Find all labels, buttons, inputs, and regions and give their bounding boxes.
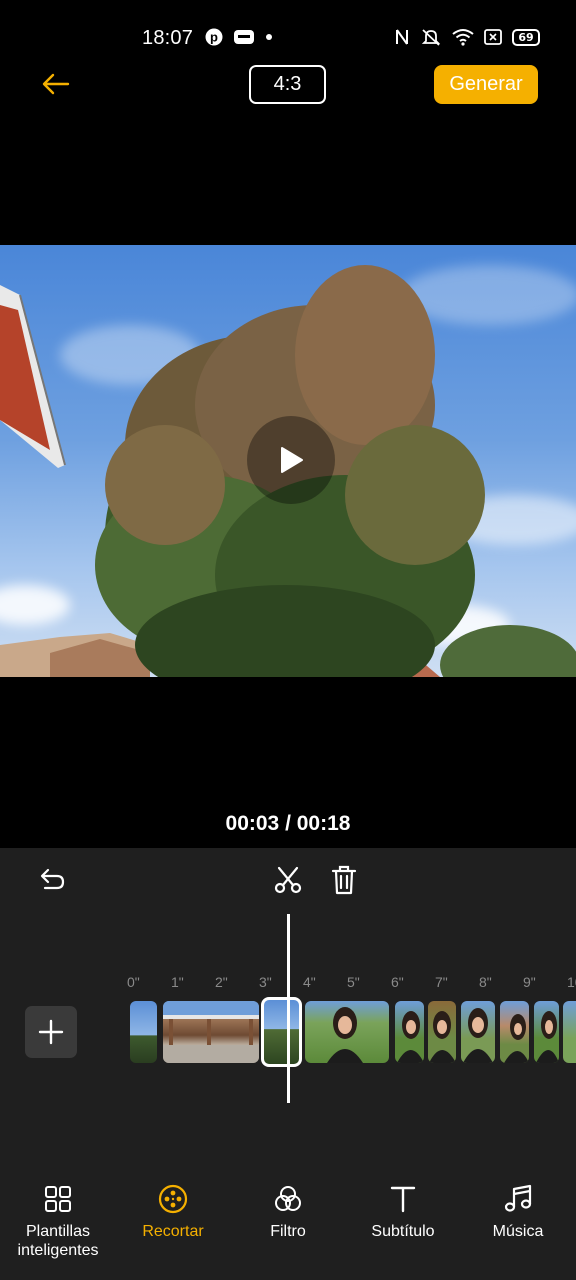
sim-icon	[484, 29, 502, 45]
clip-portrait-2[interactable]	[395, 1001, 424, 1063]
nav-label-subtitle: Subtítulo	[371, 1223, 435, 1240]
add-clip-button[interactable]	[25, 1006, 77, 1058]
timeline-tick: 2"	[215, 974, 228, 990]
nav-smart-templates[interactable]: Plantillas inteligentes	[3, 1182, 113, 1260]
timeline-tick: 9"	[523, 974, 536, 990]
music-note-icon	[503, 1182, 533, 1216]
clip-tree-1[interactable]	[130, 1001, 157, 1063]
timeline-tick: 6"	[391, 974, 404, 990]
timeline-tick: 1"	[171, 974, 184, 990]
film-reel-icon	[158, 1182, 188, 1216]
clip-portrait-7[interactable]	[563, 1001, 576, 1063]
split-button[interactable]	[271, 863, 305, 897]
bush-right	[440, 625, 576, 677]
status-left-icons: p	[205, 28, 273, 46]
status-right-icons: 69	[394, 28, 540, 46]
text-icon	[390, 1182, 416, 1216]
nav-subtitle[interactable]: Subtítulo	[348, 1182, 458, 1241]
nfc-icon	[394, 28, 410, 46]
nav-music[interactable]: Música	[463, 1182, 573, 1241]
timeline-tick: 7"	[435, 974, 448, 990]
timeline-tick: 8"	[479, 974, 492, 990]
battery-icon: 69	[512, 28, 540, 46]
scissors-icon	[274, 866, 302, 894]
pinterest-icon: p	[205, 28, 223, 46]
house-roof	[0, 285, 66, 468]
svg-text:p: p	[210, 30, 218, 45]
plus-icon	[38, 1019, 64, 1045]
message-icon	[233, 29, 255, 45]
timeline-tick: 5"	[347, 974, 360, 990]
generate-button[interactable]: Generar	[434, 65, 538, 104]
delete-button[interactable]	[327, 863, 361, 897]
clip-tree-selected[interactable]	[261, 997, 302, 1067]
time-readout: 00:03 / 00:18	[225, 812, 351, 835]
video-preview[interactable]	[0, 245, 576, 677]
timeline-tick: 10	[567, 974, 576, 990]
trash-icon	[331, 865, 357, 895]
arrow-left-icon	[42, 73, 70, 95]
play-icon	[281, 447, 303, 473]
aspect-ratio-button[interactable]: 4:3	[249, 65, 326, 104]
timeline-tick: 3"	[259, 974, 272, 990]
filter-circles-icon	[273, 1182, 303, 1216]
playhead[interactable]	[287, 914, 290, 1103]
clip-portrait-1[interactable]	[305, 1001, 389, 1063]
timeline-tick: 0"	[127, 974, 140, 990]
clip-portrait-6[interactable]	[534, 1001, 559, 1063]
nav-label-trim: Recortar	[142, 1223, 204, 1240]
clip-portrait-4[interactable]	[461, 1001, 495, 1063]
undo-button[interactable]	[34, 863, 68, 897]
nav-trim[interactable]: Recortar	[118, 1182, 228, 1241]
timeline-tick: 4"	[303, 974, 316, 990]
nav-label-filter: Filtro	[270, 1223, 306, 1240]
clip-portrait-3[interactable]	[428, 1001, 456, 1063]
dot-icon	[265, 33, 273, 41]
back-button[interactable]	[38, 66, 74, 102]
grid-icon	[44, 1182, 72, 1216]
play-button[interactable]	[247, 416, 335, 504]
nav-label-smart-templates: Plantillas inteligentes	[17, 1223, 99, 1259]
clip-pergola[interactable]	[163, 1001, 259, 1063]
undo-icon	[40, 868, 65, 890]
nav-label-music: Música	[492, 1223, 544, 1240]
wifi-icon	[452, 28, 474, 46]
clip-portrait-5[interactable]	[500, 1001, 529, 1063]
mute-icon	[420, 28, 442, 46]
nav-filter[interactable]: Filtro	[233, 1182, 343, 1241]
status-time: 18:07	[142, 27, 194, 49]
